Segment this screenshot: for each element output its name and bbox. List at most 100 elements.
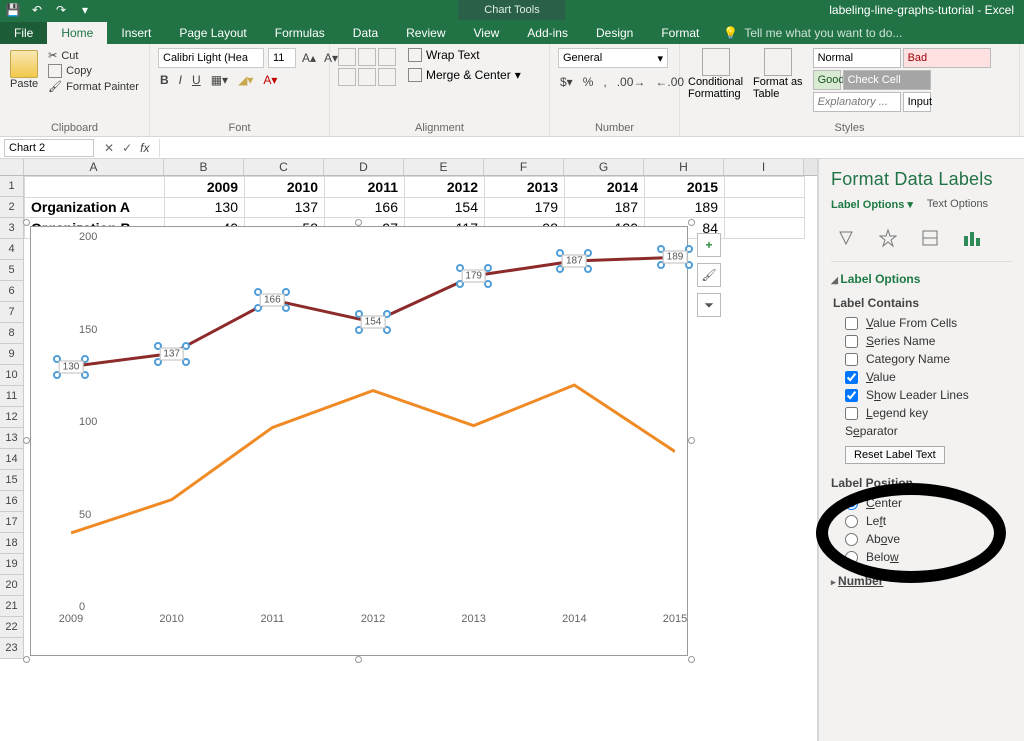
chart-elements-button[interactable]: +	[697, 233, 721, 257]
cancel-formula-icon[interactable]: ✕	[104, 141, 114, 155]
position-above-radio[interactable]: Above	[831, 530, 1012, 548]
save-icon[interactable]: 💾	[6, 3, 20, 17]
row-header[interactable]: 21	[0, 596, 24, 617]
data-label[interactable]: 166	[260, 293, 285, 306]
row-header[interactable]: 3	[0, 218, 24, 239]
row-header[interactable]: 18	[0, 533, 24, 554]
value-from-cells-checkbox[interactable]: Value From Cells	[831, 314, 1012, 332]
value-checkbox[interactable]: Value	[831, 368, 1012, 386]
position-center-radio[interactable]: Center	[831, 494, 1012, 512]
enter-formula-icon[interactable]: ✓	[122, 141, 132, 155]
category-name-checkbox[interactable]: Category Name	[831, 350, 1012, 368]
section-label-options[interactable]: Label Options	[831, 272, 1012, 286]
comma-format-button[interactable]: ,	[601, 74, 608, 90]
merge-center-button[interactable]: Merge & Center▾	[408, 68, 521, 82]
tab-format[interactable]: Format	[647, 22, 713, 44]
data-label[interactable]: 130	[59, 360, 84, 373]
select-all-triangle[interactable]	[0, 159, 24, 175]
italic-button[interactable]: I	[177, 72, 184, 88]
row-header[interactable]: 19	[0, 554, 24, 575]
row-header[interactable]: 15	[0, 470, 24, 491]
font-name-input[interactable]	[158, 48, 264, 68]
row-header[interactable]: 10	[0, 365, 24, 386]
formula-bar-input[interactable]	[159, 139, 1024, 157]
tab-addins[interactable]: Add-ins	[513, 22, 582, 44]
cell-style-good[interactable]: Good	[813, 70, 841, 90]
alignment-buttons[interactable]	[338, 48, 396, 86]
cell-style-normal[interactable]: Normal	[813, 48, 901, 68]
redo-icon[interactable]: ↷	[54, 3, 68, 17]
section-number[interactable]: Number	[831, 566, 1012, 596]
row-header[interactable]: 17	[0, 512, 24, 533]
font-color-button[interactable]: A▾	[261, 72, 279, 88]
column-header[interactable]: A	[24, 159, 164, 175]
cut-button[interactable]: ✂Cut	[46, 48, 141, 63]
text-options-tab[interactable]: Text Options	[927, 198, 988, 211]
row-header[interactable]: 5	[0, 260, 24, 281]
wrap-text-button[interactable]: Wrap Text	[408, 48, 521, 62]
fill-line-icon[interactable]	[835, 227, 857, 249]
row-header[interactable]: 6	[0, 281, 24, 302]
row-header[interactable]: 4	[0, 239, 24, 260]
cell-style-check-cell[interactable]: Check Cell	[843, 70, 931, 90]
legend-key-checkbox[interactable]: Legend key	[831, 404, 1012, 422]
column-header[interactable]: D	[324, 159, 404, 175]
borders-button[interactable]: ▦▾	[209, 72, 230, 88]
bold-button[interactable]: B	[158, 72, 171, 88]
paste-button[interactable]: Paste	[8, 48, 40, 94]
format-painter-button[interactable]: 🖌Format Painter	[46, 79, 141, 94]
row-header[interactable]: 16	[0, 491, 24, 512]
conditional-formatting-button[interactable]: Conditional Formatting	[688, 48, 743, 112]
column-header[interactable]: I	[724, 159, 804, 175]
number-format-dropdown[interactable]: General▾	[558, 48, 668, 68]
cell-style-bad[interactable]: Bad	[903, 48, 991, 68]
row-header[interactable]: 23	[0, 638, 24, 659]
tab-file[interactable]: File	[0, 22, 47, 44]
row-header[interactable]: 22	[0, 617, 24, 638]
label-options-tab[interactable]: Label Options ▾	[831, 198, 913, 211]
show-leader-lines-checkbox[interactable]: Show Leader Lines	[831, 386, 1012, 404]
column-header[interactable]: C	[244, 159, 324, 175]
accounting-format-button[interactable]: $▾	[558, 74, 575, 90]
row-header[interactable]: 20	[0, 575, 24, 596]
tab-home[interactable]: Home	[47, 22, 107, 44]
column-header[interactable]: B	[164, 159, 244, 175]
tab-data[interactable]: Data	[339, 22, 392, 44]
cell-style-input[interactable]: Input	[903, 92, 931, 112]
row-header[interactable]: 13	[0, 428, 24, 449]
customize-qat-icon[interactable]: ▾	[78, 3, 92, 17]
data-label[interactable]: 189	[663, 251, 688, 264]
tab-review[interactable]: Review	[392, 22, 459, 44]
tab-design[interactable]: Design	[582, 22, 647, 44]
copy-button[interactable]: Copy	[46, 63, 141, 79]
chart-styles-button[interactable]: 🖌	[697, 263, 721, 287]
insert-function-icon[interactable]: fx	[140, 141, 149, 155]
row-header[interactable]: 7	[0, 302, 24, 323]
chart-filters-button[interactable]: ⏷	[697, 293, 721, 317]
format-as-table-button[interactable]: Format as Table	[753, 48, 803, 112]
row-header[interactable]: 12	[0, 407, 24, 428]
data-label[interactable]: 179	[461, 269, 486, 282]
tab-insert[interactable]: Insert	[107, 22, 165, 44]
name-box[interactable]	[4, 139, 94, 157]
data-label[interactable]: 137	[159, 347, 184, 360]
data-label[interactable]: 154	[361, 316, 386, 329]
cell-style-explanatory[interactable]: Explanatory ...	[813, 92, 901, 112]
tab-view[interactable]: View	[460, 22, 514, 44]
row-header[interactable]: 2	[0, 197, 24, 218]
position-below-radio[interactable]: Below	[831, 548, 1012, 566]
chart-object[interactable]: 0501001502002009201020112012201320142015…	[30, 226, 688, 656]
column-header[interactable]: G	[564, 159, 644, 175]
fill-color-button[interactable]: ◢▾	[236, 72, 255, 88]
increase-decimal-button[interactable]: .00→	[615, 74, 648, 90]
underline-button[interactable]: U	[190, 72, 203, 88]
tab-formulas[interactable]: Formulas	[261, 22, 339, 44]
percent-format-button[interactable]: %	[581, 74, 596, 90]
reset-label-text-button[interactable]: Reset Label Text	[845, 446, 945, 464]
row-header[interactable]: 14	[0, 449, 24, 470]
row-header[interactable]: 11	[0, 386, 24, 407]
undo-icon[interactable]: ↶	[30, 3, 44, 17]
font-size-input[interactable]	[268, 48, 296, 68]
effects-icon[interactable]	[877, 227, 899, 249]
tab-page-layout[interactable]: Page Layout	[165, 22, 260, 44]
